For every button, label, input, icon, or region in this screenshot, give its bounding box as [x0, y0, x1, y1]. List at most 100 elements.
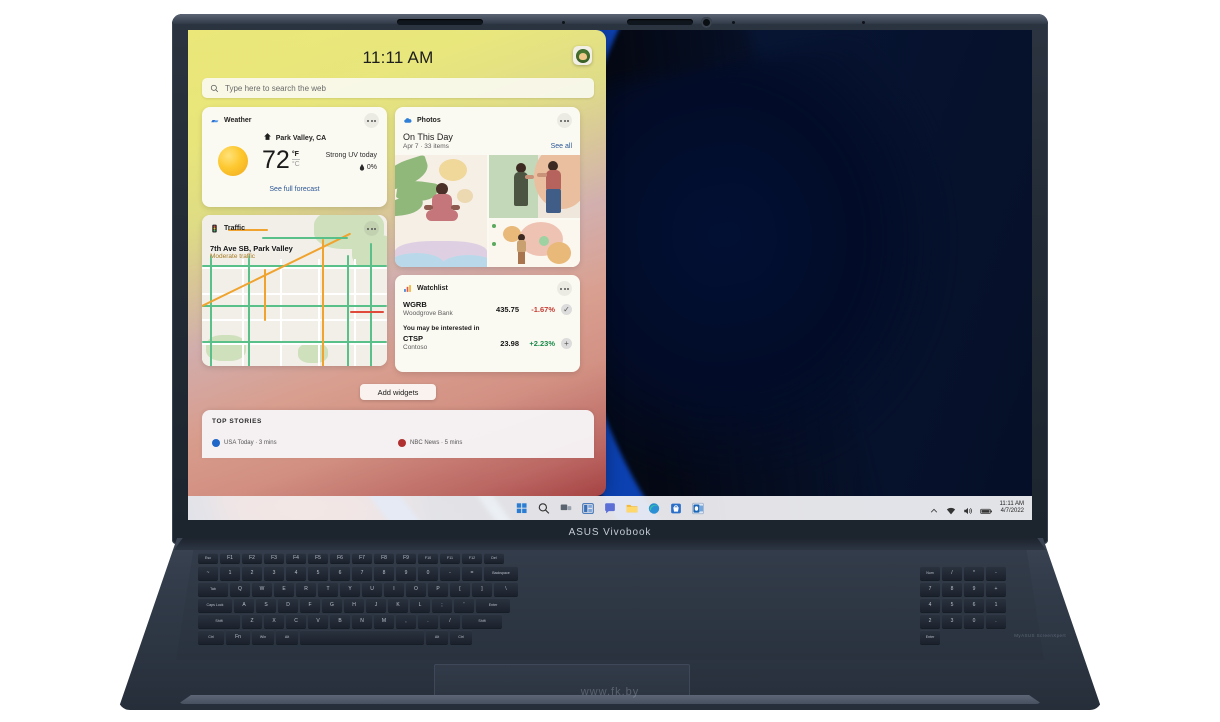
key-f11[interactable]: F11	[440, 553, 460, 563]
see-full-forecast-link[interactable]: See full forecast	[202, 186, 387, 193]
unit-fahrenheit[interactable]: °F	[292, 151, 300, 158]
photo-thumbnail[interactable]	[488, 155, 580, 218]
outlook-button[interactable]	[692, 502, 705, 515]
key-0[interactable]: 0	[418, 566, 438, 580]
search-button[interactable]	[538, 502, 551, 515]
key-enter[interactable]: Enter	[476, 598, 510, 612]
key-7[interactable]: 7	[920, 582, 940, 596]
key-0[interactable]: 0	[964, 614, 984, 628]
key-e[interactable]: E	[274, 582, 294, 596]
key-x[interactable]: X	[264, 614, 284, 628]
check-circle-icon[interactable]: ✓	[561, 303, 572, 315]
key-3[interactable]: 3	[942, 614, 962, 628]
key-k[interactable]: K	[388, 598, 408, 612]
weather-more-button[interactable]	[364, 113, 379, 128]
key-f12[interactable]: F12	[462, 553, 482, 563]
plus-circle-icon[interactable]: +	[561, 337, 572, 349]
key-p[interactable]: P	[428, 582, 448, 596]
key-t[interactable]: T	[318, 582, 338, 596]
key-r[interactable]: R	[296, 582, 316, 596]
key-l[interactable]: L	[410, 598, 430, 612]
key-f2[interactable]: F2	[242, 553, 262, 563]
key-9[interactable]: 9	[396, 566, 416, 580]
key-2[interactable]: 2	[920, 614, 940, 628]
key-ctrl[interactable]: Ctrl	[198, 630, 224, 644]
key-f7[interactable]: F7	[352, 553, 372, 563]
numeric-keypad[interactable]: Num / * - 7 8 9 +4 5 6 1 2 3 0. Enter	[920, 566, 1006, 644]
key-o[interactable]: O	[406, 582, 426, 596]
key-u[interactable]: U	[362, 582, 382, 596]
keyboard-row-numbers[interactable]: ~1 2 3 4 5 6 7 8 9 0- = Backspace	[198, 566, 518, 580]
key-5[interactable]: 5	[942, 598, 962, 612]
key-s[interactable]: S	[256, 598, 276, 612]
key-5[interactable]: 5	[308, 566, 328, 580]
key-shift[interactable]: Shift	[462, 614, 502, 628]
watchlist-widget[interactable]: Watchlist WGRB Woodgrove Bank 435.75 -1.…	[395, 275, 580, 372]
avatar[interactable]	[573, 46, 592, 65]
traffic-widget[interactable]: Traffic 7th Ave SB, Park Valley Moderate…	[202, 215, 387, 366]
key-tab[interactable]: Tab	[198, 582, 228, 596]
key-q[interactable]: Q	[230, 582, 250, 596]
key--[interactable]: +	[986, 582, 1006, 596]
key-g[interactable]: G	[322, 598, 342, 612]
show-hidden-icons-button[interactable]	[929, 503, 939, 513]
key-f10[interactable]: F10	[418, 553, 438, 563]
keyboard-row-spacebar[interactable]: Ctrl Fn Win Alt Alt Ctrl	[198, 630, 472, 644]
key-alt[interactable]: Alt	[426, 630, 448, 644]
keyboard-row-home[interactable]: Caps Lock A S D F G H J K L; ' Enter	[198, 598, 510, 612]
key-space[interactable]	[300, 630, 424, 644]
key-del[interactable]: Del	[484, 553, 504, 563]
watchlist-more-button[interactable]	[557, 281, 572, 296]
key--[interactable]: [	[450, 582, 470, 596]
key-enter[interactable]: Enter	[920, 630, 940, 644]
key--[interactable]: /	[440, 614, 460, 628]
task-view-button[interactable]	[560, 502, 573, 515]
key-2[interactable]: 2	[242, 566, 262, 580]
weather-units[interactable]: °F °C	[291, 151, 300, 168]
key-f8[interactable]: F8	[374, 553, 394, 563]
keyboard-row-function[interactable]: Esc F1 F2 F3 F4 F5 F6 F7 F8 F9 F10 F11 F12 Del	[198, 553, 504, 563]
key-backspace[interactable]: Backspace	[484, 566, 518, 580]
key-c[interactable]: C	[286, 614, 306, 628]
key-n[interactable]: N	[352, 614, 372, 628]
weather-widget[interactable]: Weather Park Valley, CA 72 °F °C Strong …	[202, 107, 387, 207]
volume-icon[interactable]	[963, 503, 973, 515]
key--[interactable]: -	[440, 566, 460, 580]
store-button[interactable]	[670, 502, 683, 515]
photos-more-button[interactable]	[557, 113, 572, 128]
key--[interactable]: -	[986, 566, 1006, 580]
key--[interactable]: ~	[198, 566, 218, 580]
key-8[interactable]: 8	[942, 582, 962, 596]
news-item[interactable]: NBC News · 5 mins	[398, 439, 584, 447]
widgets-button[interactable]	[582, 502, 595, 515]
key-esc[interactable]: Esc	[198, 553, 218, 563]
news-item[interactable]: USA Today · 3 mins	[212, 439, 398, 447]
key--[interactable]: =	[462, 566, 482, 580]
key-3[interactable]: 3	[264, 566, 284, 580]
key-win[interactable]: Win	[252, 630, 274, 644]
watchlist-row[interactable]: WGRB Woodgrove Bank 435.75 -1.67% ✓	[395, 298, 580, 317]
photo-thumbnail[interactable]	[395, 155, 487, 267]
key--[interactable]: .	[986, 614, 1006, 628]
key-4[interactable]: 4	[920, 598, 940, 612]
key-1[interactable]: 1	[220, 566, 240, 580]
key--[interactable]: ]	[472, 582, 492, 596]
key-j[interactable]: J	[366, 598, 386, 612]
key-f9[interactable]: F9	[396, 553, 416, 563]
add-widgets-button[interactable]: Add widgets	[360, 384, 436, 400]
chat-button[interactable]	[604, 502, 617, 515]
key--[interactable]: ;	[432, 598, 452, 612]
key-f4[interactable]: F4	[286, 553, 306, 563]
key-z[interactable]: Z	[242, 614, 262, 628]
key--[interactable]: '	[454, 598, 474, 612]
key-f1[interactable]: F1	[220, 553, 240, 563]
key-fn[interactable]: Fn	[226, 630, 250, 644]
key-alt[interactable]: Alt	[276, 630, 298, 644]
wifi-icon[interactable]	[946, 503, 956, 515]
keyboard-row-qwerty[interactable]: Tab Q W E R T Y U I O P[] \	[198, 582, 518, 596]
battery-icon[interactable]	[979, 503, 993, 514]
key-h[interactable]: H	[344, 598, 364, 612]
key-v[interactable]: V	[308, 614, 328, 628]
key-6[interactable]: 6	[330, 566, 350, 580]
key-b[interactable]: B	[330, 614, 350, 628]
